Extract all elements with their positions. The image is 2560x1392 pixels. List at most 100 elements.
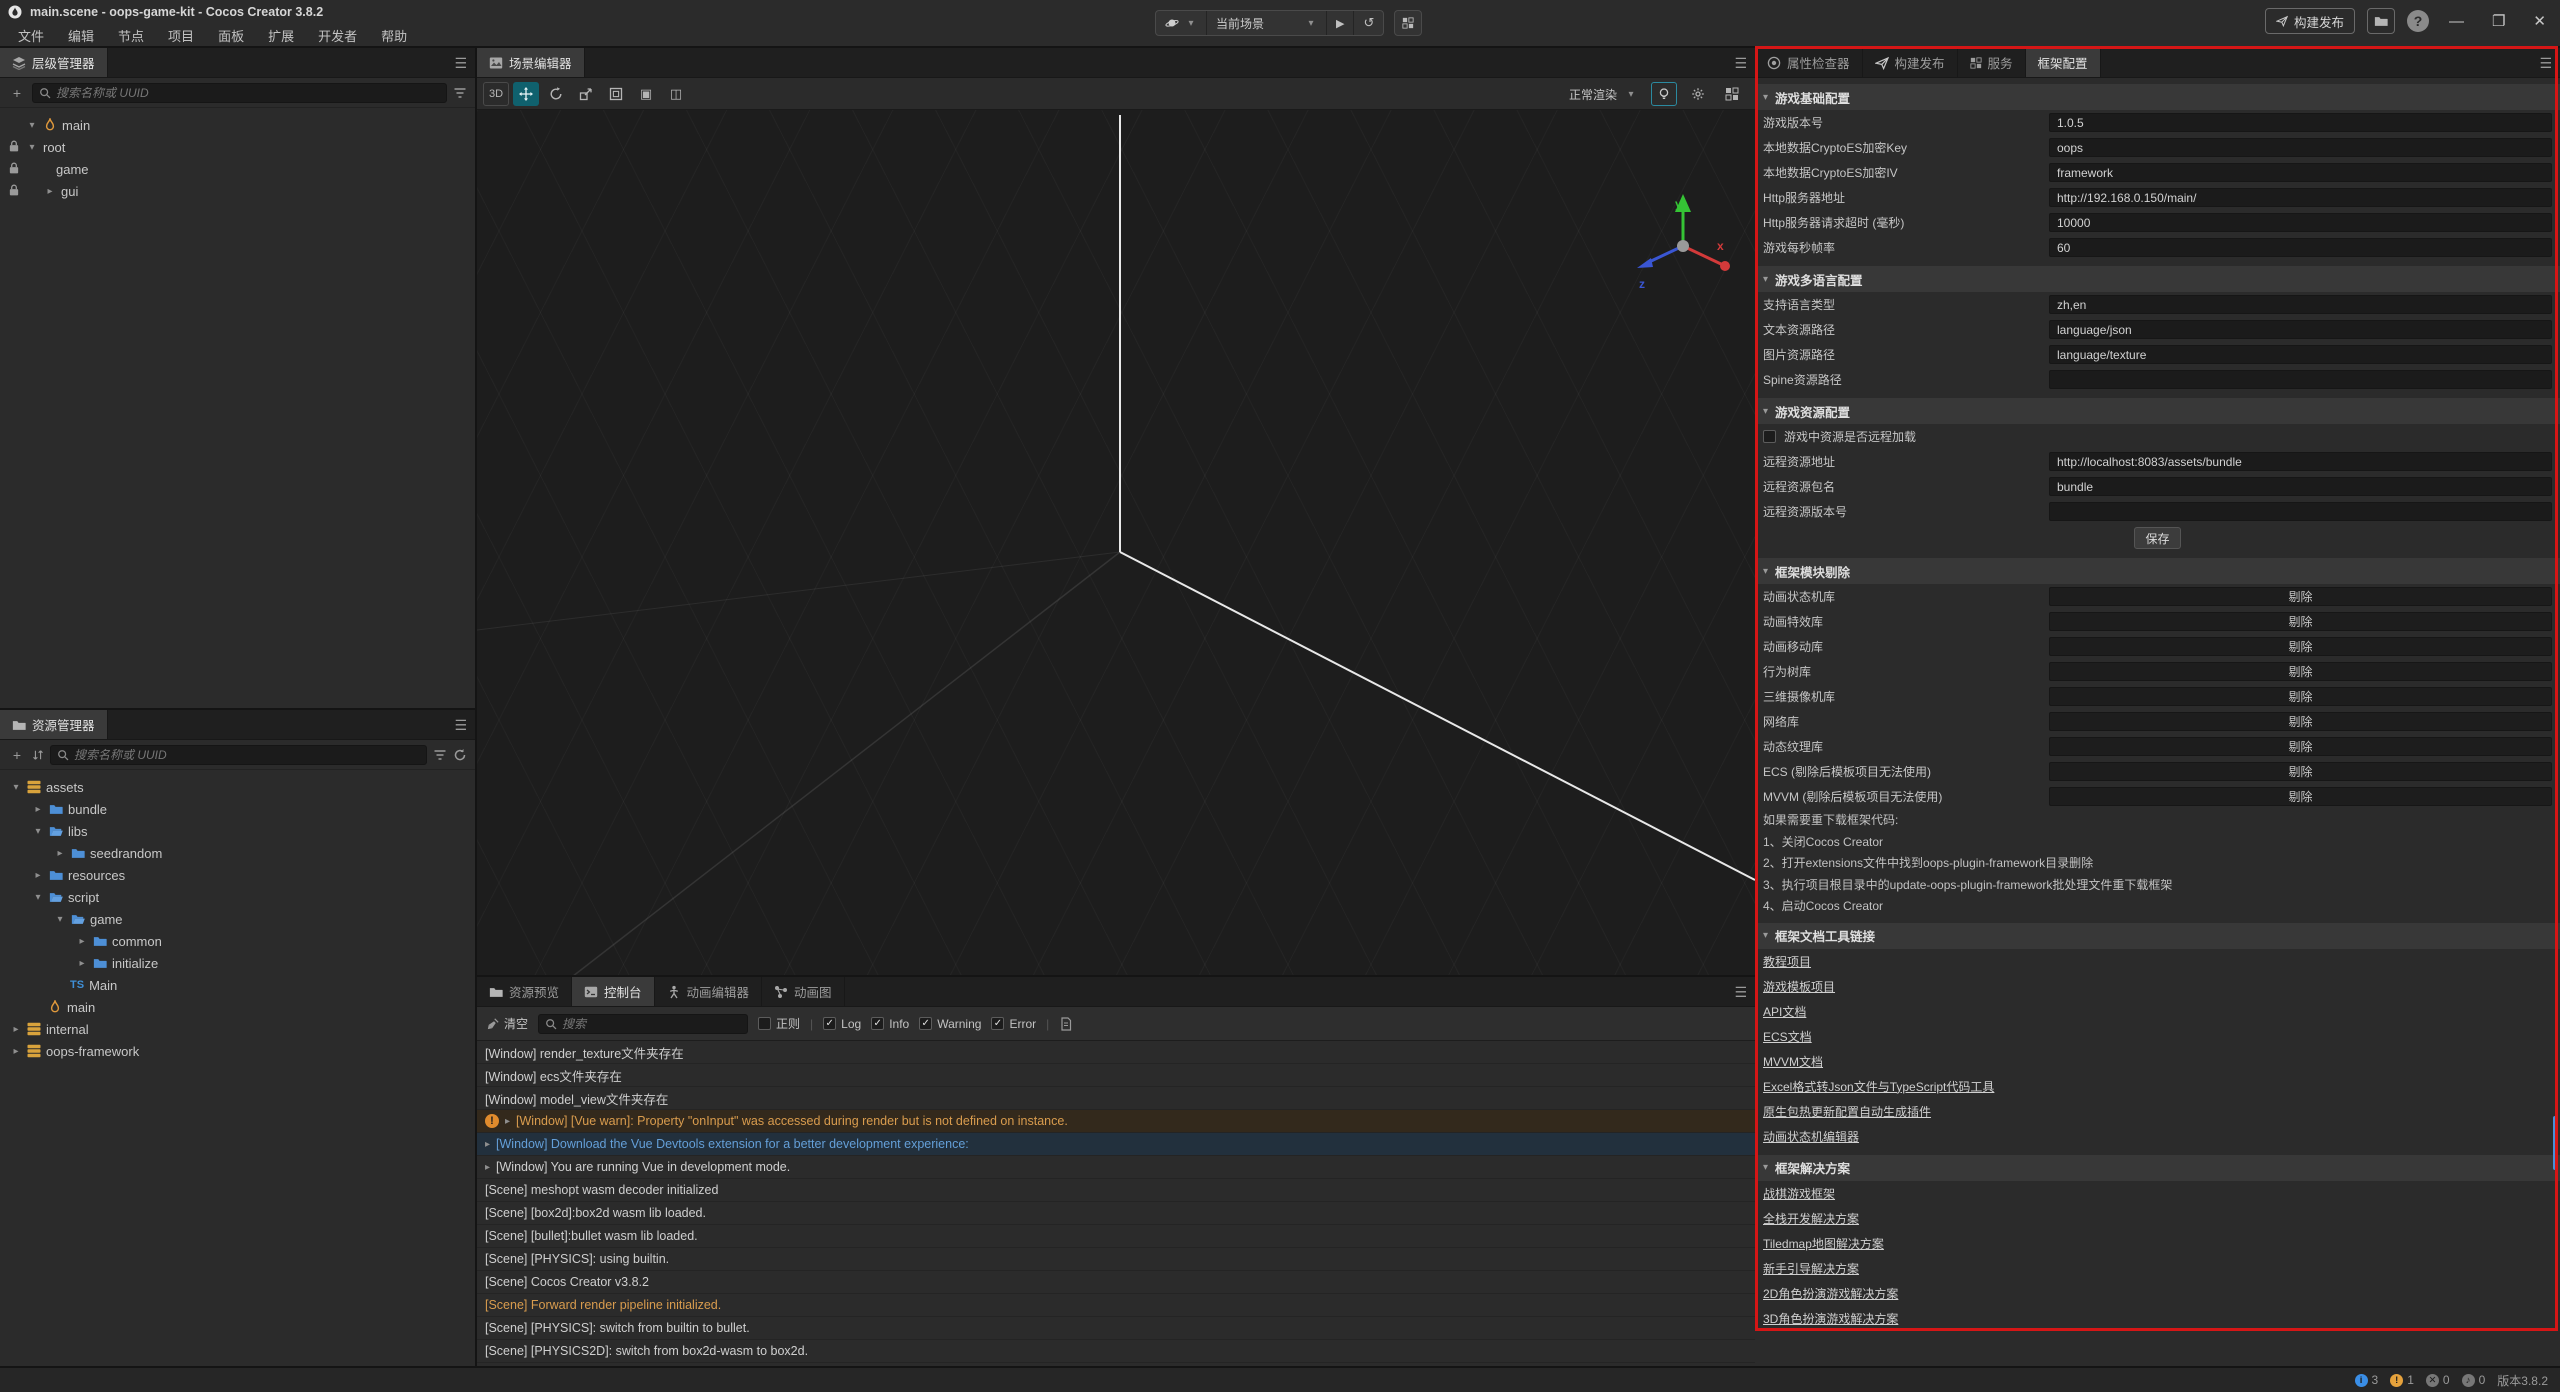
coordinate-toggle-button[interactable]: ◫ <box>663 82 689 106</box>
link-guide-solution[interactable]: 新手引导解决方案 <box>1763 1260 1859 1277</box>
remote-res-url-input[interactable] <box>2049 452 2552 471</box>
chevron-down-icon[interactable]: ▾ <box>26 142 38 153</box>
remote-res-version-input[interactable] <box>2049 502 2552 521</box>
window-close-button[interactable]: ✕ <box>2525 12 2554 30</box>
image-res-path-input[interactable] <box>2049 345 2552 364</box>
chevron-right-icon[interactable]: ▸ <box>76 958 88 969</box>
link-excel-tool[interactable]: Excel格式转Json文件与TypeScript代码工具 <box>1763 1078 1994 1095</box>
tab-framework-config[interactable]: 框架配置 <box>2026 48 2101 77</box>
move-tool-button[interactable] <box>513 82 539 106</box>
chevron-right-icon[interactable]: ▸ <box>44 186 56 197</box>
section-doc-links[interactable]: ▾框架文档工具链接 <box>1755 923 2560 949</box>
spine-res-path-input[interactable] <box>2049 370 2552 389</box>
panel-menu-icon[interactable]: ☰ <box>2539 55 2552 72</box>
tab-console[interactable]: 控制台 <box>572 977 655 1006</box>
chevron-down-icon[interactable]: ▾ <box>26 120 38 131</box>
link-ecs-docs[interactable]: ECS文档 <box>1763 1028 1812 1045</box>
scale-tool-button[interactable] <box>573 82 599 106</box>
chevron-right-icon[interactable]: ▸ <box>10 1024 22 1035</box>
hierarchy-node-gui[interactable]: ▸ gui <box>0 180 475 202</box>
link-animator-editor[interactable]: 动画状态机编辑器 <box>1763 1128 1859 1145</box>
hierarchy-search-field[interactable] <box>56 86 440 100</box>
menu-panel[interactable]: 面板 <box>208 24 254 47</box>
panel-menu-icon[interactable]: ☰ <box>454 717 467 734</box>
view-gizmo[interactable]: x y z <box>1625 188 1745 308</box>
hierarchy-search-input[interactable] <box>32 83 447 103</box>
create-asset-button[interactable]: + <box>8 747 26 763</box>
chevron-down-icon[interactable]: ▾ <box>10 782 22 793</box>
http-timeout-input[interactable] <box>2049 213 2552 232</box>
console-search-input[interactable] <box>538 1014 748 1034</box>
assets-search-input[interactable] <box>50 745 427 765</box>
warning-count[interactable]: !1 <box>2390 1373 2414 1387</box>
chevron-right-icon[interactable]: ▸ <box>485 1139 490 1150</box>
create-node-button[interactable]: + <box>8 85 26 101</box>
asset-node-resources[interactable]: ▸resources <box>0 864 475 886</box>
remove-module-button[interactable]: 剔除 <box>2049 737 2552 756</box>
tab-inspector[interactable]: 属性检查器 <box>1755 48 1863 77</box>
link-tutorial-project[interactable]: 教程项目 <box>1763 953 1811 970</box>
link-2d-rpg-solution[interactable]: 2D角色扮演游戏解决方案 <box>1763 1285 1898 1302</box>
platform-select[interactable]: ▾ <box>1156 11 1207 35</box>
log-row-info[interactable]: ▸[Window] Download the Vue Devtools exte… <box>477 1133 1755 1156</box>
tab-asset-preview[interactable]: 资源预览 <box>477 977 572 1006</box>
tab-animation-graph[interactable]: 动画图 <box>762 977 845 1006</box>
log-row-warning[interactable]: !▸[Window] [Vue warn]: Property "onInput… <box>477 1110 1755 1133</box>
panel-menu-icon[interactable]: ☰ <box>1734 55 1747 72</box>
render-mode-select[interactable]: 正常渲染 ▾ <box>1563 84 1643 105</box>
log-row[interactable]: [Scene] [PHYSICS2D]: switch from box2d-w… <box>477 1340 1755 1363</box>
info-count[interactable]: i3 <box>2355 1373 2379 1387</box>
asset-node-oops-framework[interactable]: ▸oops-framework <box>0 1040 475 1062</box>
frame-rate-input[interactable] <box>2049 238 2552 257</box>
hierarchy-node-main[interactable]: ▾ main <box>0 114 475 136</box>
open-project-folder-button[interactable] <box>2367 8 2395 34</box>
menu-file[interactable]: 文件 <box>8 24 54 47</box>
remove-module-button[interactable]: 剔除 <box>2049 787 2552 806</box>
clear-console-button[interactable]: 清空 <box>487 1015 528 1032</box>
chevron-right-icon[interactable]: ▸ <box>32 804 44 815</box>
camera-settings-button[interactable] <box>1685 82 1711 106</box>
tab-animation-editor[interactable]: 动画编辑器 <box>655 977 763 1006</box>
filter-warning-checkbox[interactable]: ✓Warning <box>919 1017 981 1031</box>
chevron-right-icon[interactable]: ▸ <box>485 1162 490 1173</box>
log-row[interactable]: [Scene] [PHYSICS]: switch from builtin t… <box>477 1317 1755 1340</box>
text-res-path-input[interactable] <box>2049 320 2552 339</box>
menu-edit[interactable]: 编辑 <box>58 24 104 47</box>
rotate-tool-button[interactable] <box>543 82 569 106</box>
restart-button[interactable]: ↺ <box>1354 11 1383 35</box>
game-version-input[interactable] <box>2049 113 2552 132</box>
chevron-right-icon[interactable]: ▸ <box>505 1116 510 1127</box>
help-button[interactable]: ? <box>2407 10 2429 32</box>
log-row[interactable]: ▸[Window] You are running Vue in develop… <box>477 1156 1755 1179</box>
link-3d-rpg-solution[interactable]: 3D角色扮演游戏解决方案 <box>1763 1310 1898 1327</box>
chevron-right-icon[interactable]: ▸ <box>54 848 66 859</box>
tab-services[interactable]: 服务 <box>1958 48 2026 77</box>
section-i18n-config[interactable]: ▾游戏多语言配置 <box>1755 266 2560 292</box>
asset-node-internal[interactable]: ▸internal <box>0 1018 475 1040</box>
play-button[interactable]: ▶ <box>1327 11 1354 35</box>
asset-node-script[interactable]: ▾script <box>0 886 475 908</box>
menu-developer[interactable]: 开发者 <box>308 24 367 47</box>
asset-node-seedrandom[interactable]: ▸seedrandom <box>0 842 475 864</box>
section-module-removal[interactable]: ▾框架模块剔除 <box>1755 558 2560 584</box>
chevron-down-icon[interactable]: ▾ <box>54 914 66 925</box>
menu-node[interactable]: 节点 <box>108 24 154 47</box>
build-publish-button[interactable]: 构建发布 <box>2265 8 2355 34</box>
panel-menu-icon[interactable]: ☰ <box>1734 984 1747 1001</box>
sort-icon[interactable] <box>32 749 44 761</box>
filter-info-checkbox[interactable]: ✓Info <box>871 1017 909 1031</box>
log-row[interactable]: [Scene] [bullet]:bullet wasm lib loaded. <box>477 1225 1755 1248</box>
scrollbar-thumb[interactable] <box>2553 1116 2558 1170</box>
chevron-right-icon[interactable]: ▸ <box>10 1046 22 1057</box>
log-row[interactable]: [Window] model_view文件夹存在 <box>477 1087 1755 1110</box>
asset-node-game[interactable]: ▾game <box>0 908 475 930</box>
log-row[interactable]: [Scene] Cocos Creator v3.8.2 <box>477 1271 1755 1294</box>
asset-node-libs[interactable]: ▾libs <box>0 820 475 842</box>
assets-search-field[interactable] <box>74 748 420 762</box>
chevron-down-icon[interactable]: ▾ <box>32 826 44 837</box>
link-full-stack-solution[interactable]: 全栈开发解决方案 <box>1763 1210 1859 1227</box>
remove-module-button[interactable]: 剔除 <box>2049 662 2552 681</box>
tab-build-publish[interactable]: 构建发布 <box>1863 48 1958 77</box>
menu-project[interactable]: 项目 <box>158 24 204 47</box>
tab-assets[interactable]: 资源管理器 <box>0 710 108 739</box>
